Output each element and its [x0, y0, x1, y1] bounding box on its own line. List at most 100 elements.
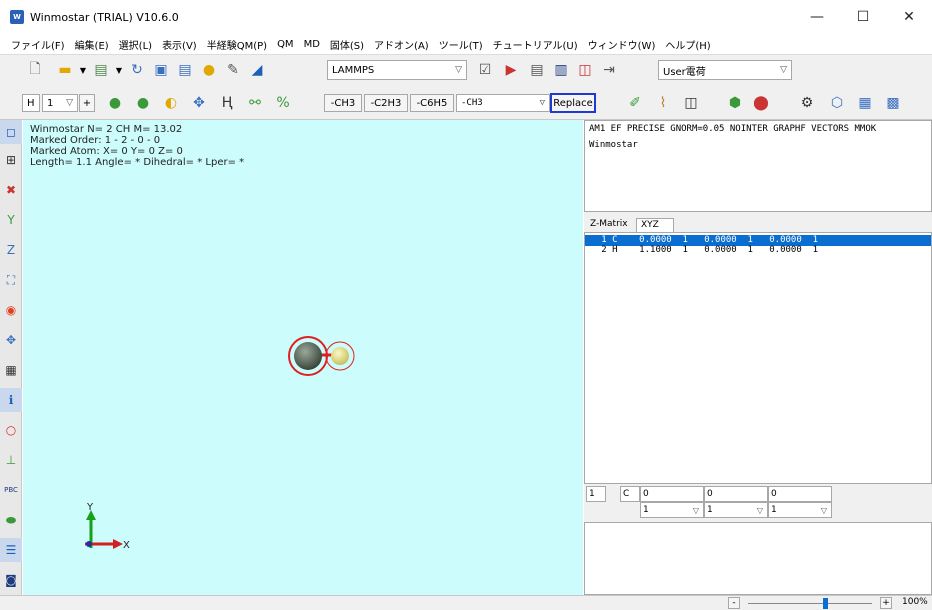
- graph-icon[interactable]: ◫: [576, 61, 594, 79]
- element-field[interactable]: C: [620, 486, 640, 502]
- close-button[interactable]: ✕: [886, 0, 932, 34]
- bond-icon[interactable]: ⚯: [246, 94, 264, 112]
- tab-zmatrix[interactable]: Z-Matrix: [586, 218, 632, 232]
- left-toolbar: ◻ ⊞ ✖ Y Z ⛶ ◉ ✥ ▦ ℹ ○ ⊥ PBC ⬬ ☰ ◙: [0, 120, 22, 595]
- export-icon[interactable]: ▤: [92, 61, 110, 79]
- new-file-icon[interactable]: 🗋: [26, 61, 44, 79]
- element-input[interactable]: H: [22, 94, 40, 112]
- zoom-in-button[interactable]: +: [880, 597, 892, 609]
- x-field[interactable]: 0: [640, 486, 704, 502]
- export-dropdown-icon[interactable]: ▼: [110, 61, 128, 79]
- layout-icon[interactable]: ▦: [856, 94, 874, 112]
- menu-semiempirical[interactable]: 半経験QM(P): [202, 37, 272, 52]
- add-atom-icon[interactable]: ●: [106, 94, 124, 112]
- add-atom-button[interactable]: +: [79, 94, 95, 112]
- replace-button[interactable]: Replace: [550, 93, 596, 113]
- atom-editor: 1 C 0 0 0 1 ▽ 1 ▽ 1 ▽: [584, 484, 932, 522]
- log-icon[interactable]: ▤: [528, 61, 546, 79]
- tile-icon[interactable]: ⊞: [3, 152, 19, 168]
- fit-icon[interactable]: ⛶: [3, 272, 19, 288]
- menu-addon[interactable]: アドオン(A): [369, 37, 434, 52]
- hexagon-icon[interactable]: ⬡: [828, 94, 846, 112]
- run-icon[interactable]: ▶: [502, 61, 520, 79]
- axis-icon[interactable]: ⊥: [3, 452, 19, 468]
- molecule-icon[interactable]: ⬢: [726, 94, 744, 112]
- pbc-icon[interactable]: PBC: [3, 482, 19, 498]
- y-flag-select[interactable]: 1 ▽: [704, 502, 768, 518]
- molecule-viewport[interactable]: Winmostar N= 2 CH M= 13.02 Marked Order:…: [23, 120, 583, 595]
- grid-icon[interactable]: ▩: [884, 94, 902, 112]
- table-row[interactable]: 2 H 1.1000 1 0.0000 1 0.0000 1: [585, 245, 931, 256]
- circle-icon[interactable]: ○: [3, 422, 19, 438]
- menu-file[interactable]: ファイル(F): [6, 37, 70, 52]
- x-flag-select[interactable]: 1 ▽: [640, 502, 704, 518]
- center-icon[interactable]: ✥: [3, 332, 19, 348]
- hydrogen-atom[interactable]: [331, 347, 349, 365]
- minimize-button[interactable]: —: [794, 0, 840, 34]
- zoom-slider-thumb[interactable]: [822, 598, 828, 609]
- z-field[interactable]: 0: [768, 486, 832, 502]
- beaker-icon[interactable]: ◢: [248, 61, 266, 79]
- save-disk-icon[interactable]: ▣: [152, 61, 170, 79]
- gear-icon[interactable]: ⚙: [798, 94, 816, 112]
- menu-solid[interactable]: 固体(S): [325, 37, 369, 52]
- text-icon[interactable]: ☰: [3, 542, 19, 558]
- fragment-select[interactable]: -CH3 ▽: [456, 94, 550, 112]
- engine-select[interactable]: LAMMPS ▽: [327, 60, 467, 80]
- broom-icon[interactable]: ⌇: [654, 94, 672, 112]
- orbital-icon[interactable]: ⬬: [3, 512, 19, 528]
- cube-icon[interactable]: ◫: [682, 94, 700, 112]
- menu-window[interactable]: ウィンドウ(W): [583, 37, 661, 52]
- delete-atom-icon[interactable]: ●: [134, 94, 152, 112]
- info-icon[interactable]: ℹ: [3, 392, 19, 408]
- paint-icon[interactable]: ✐: [626, 94, 644, 112]
- window-icon[interactable]: ◻: [3, 124, 19, 140]
- menu-help[interactable]: ヘルプ(H): [660, 37, 715, 52]
- import-icon[interactable]: ⇥: [600, 61, 618, 79]
- menu-qm[interactable]: QM: [272, 39, 299, 50]
- tab-xyz[interactable]: XYZ: [636, 218, 674, 232]
- menu-edit[interactable]: 編集(E): [70, 37, 114, 52]
- rotate-y-icon[interactable]: Y: [3, 212, 19, 228]
- y-field[interactable]: 0: [704, 486, 768, 502]
- color-wheel-icon[interactable]: ◉: [3, 302, 19, 318]
- frag-c6h5-button[interactable]: -C6H5: [410, 94, 454, 112]
- window-title: Winmostar (TRIAL) V10.6.0: [30, 10, 179, 24]
- menu-select[interactable]: 選択(L): [114, 37, 157, 52]
- frag-c2h3-button[interactable]: -C2H3: [364, 94, 408, 112]
- rotate-x-icon[interactable]: ✖: [3, 182, 19, 198]
- coin-icon[interactable]: ●: [200, 61, 218, 79]
- chevron-down-icon: ▽: [66, 98, 73, 108]
- job-select[interactable]: User電荷 ▽: [658, 60, 792, 80]
- z-flag-select[interactable]: 1 ▽: [768, 502, 832, 518]
- save-dropdown-icon[interactable]: ▼: [74, 61, 92, 79]
- menu-tools[interactable]: ツール(T): [434, 37, 488, 52]
- refresh-icon[interactable]: ↻: [128, 61, 146, 79]
- keywords-panel[interactable]: AM1 EF PRECISE GNORM=0.05 NOINTER GRAPHF…: [584, 120, 932, 212]
- camera-icon[interactable]: ◙: [3, 572, 19, 588]
- bond-select[interactable]: 1 ▽: [42, 94, 78, 112]
- percent-icon[interactable]: %: [274, 94, 292, 112]
- grid-view-icon[interactable]: ▦: [3, 362, 19, 378]
- keywords-line: AM1 EF PRECISE GNORM=0.05 NOINTER GRAPHF…: [589, 124, 877, 134]
- zoom-slider-track[interactable]: [748, 603, 872, 604]
- maximize-button[interactable]: ☐: [840, 0, 886, 34]
- menu-md[interactable]: MD: [299, 39, 325, 50]
- index-field[interactable]: 1: [586, 486, 606, 502]
- rotate-z-icon[interactable]: Z: [3, 242, 19, 258]
- charge-icon[interactable]: ◐: [162, 94, 180, 112]
- frag-ch3-button[interactable]: -CH3: [324, 94, 362, 112]
- zoom-out-button[interactable]: -: [728, 597, 740, 609]
- checklist-icon[interactable]: ☑: [476, 61, 494, 79]
- menu-view[interactable]: 表示(V): [157, 37, 202, 52]
- edit-icon[interactable]: ✎: [224, 61, 242, 79]
- save-as-icon[interactable]: ▤: [176, 61, 194, 79]
- add-hydrogen-icon[interactable]: Ⱨ: [218, 94, 236, 112]
- log-panel[interactable]: [584, 522, 932, 595]
- atom-add-icon[interactable]: ⬤: [752, 94, 770, 112]
- menu-tutorial[interactable]: チュートリアル(U): [488, 37, 583, 52]
- table-icon[interactable]: ▥: [552, 61, 570, 79]
- move-icon[interactable]: ✥: [190, 94, 208, 112]
- save-icon[interactable]: ▬: [56, 61, 74, 79]
- carbon-atom[interactable]: [294, 342, 322, 370]
